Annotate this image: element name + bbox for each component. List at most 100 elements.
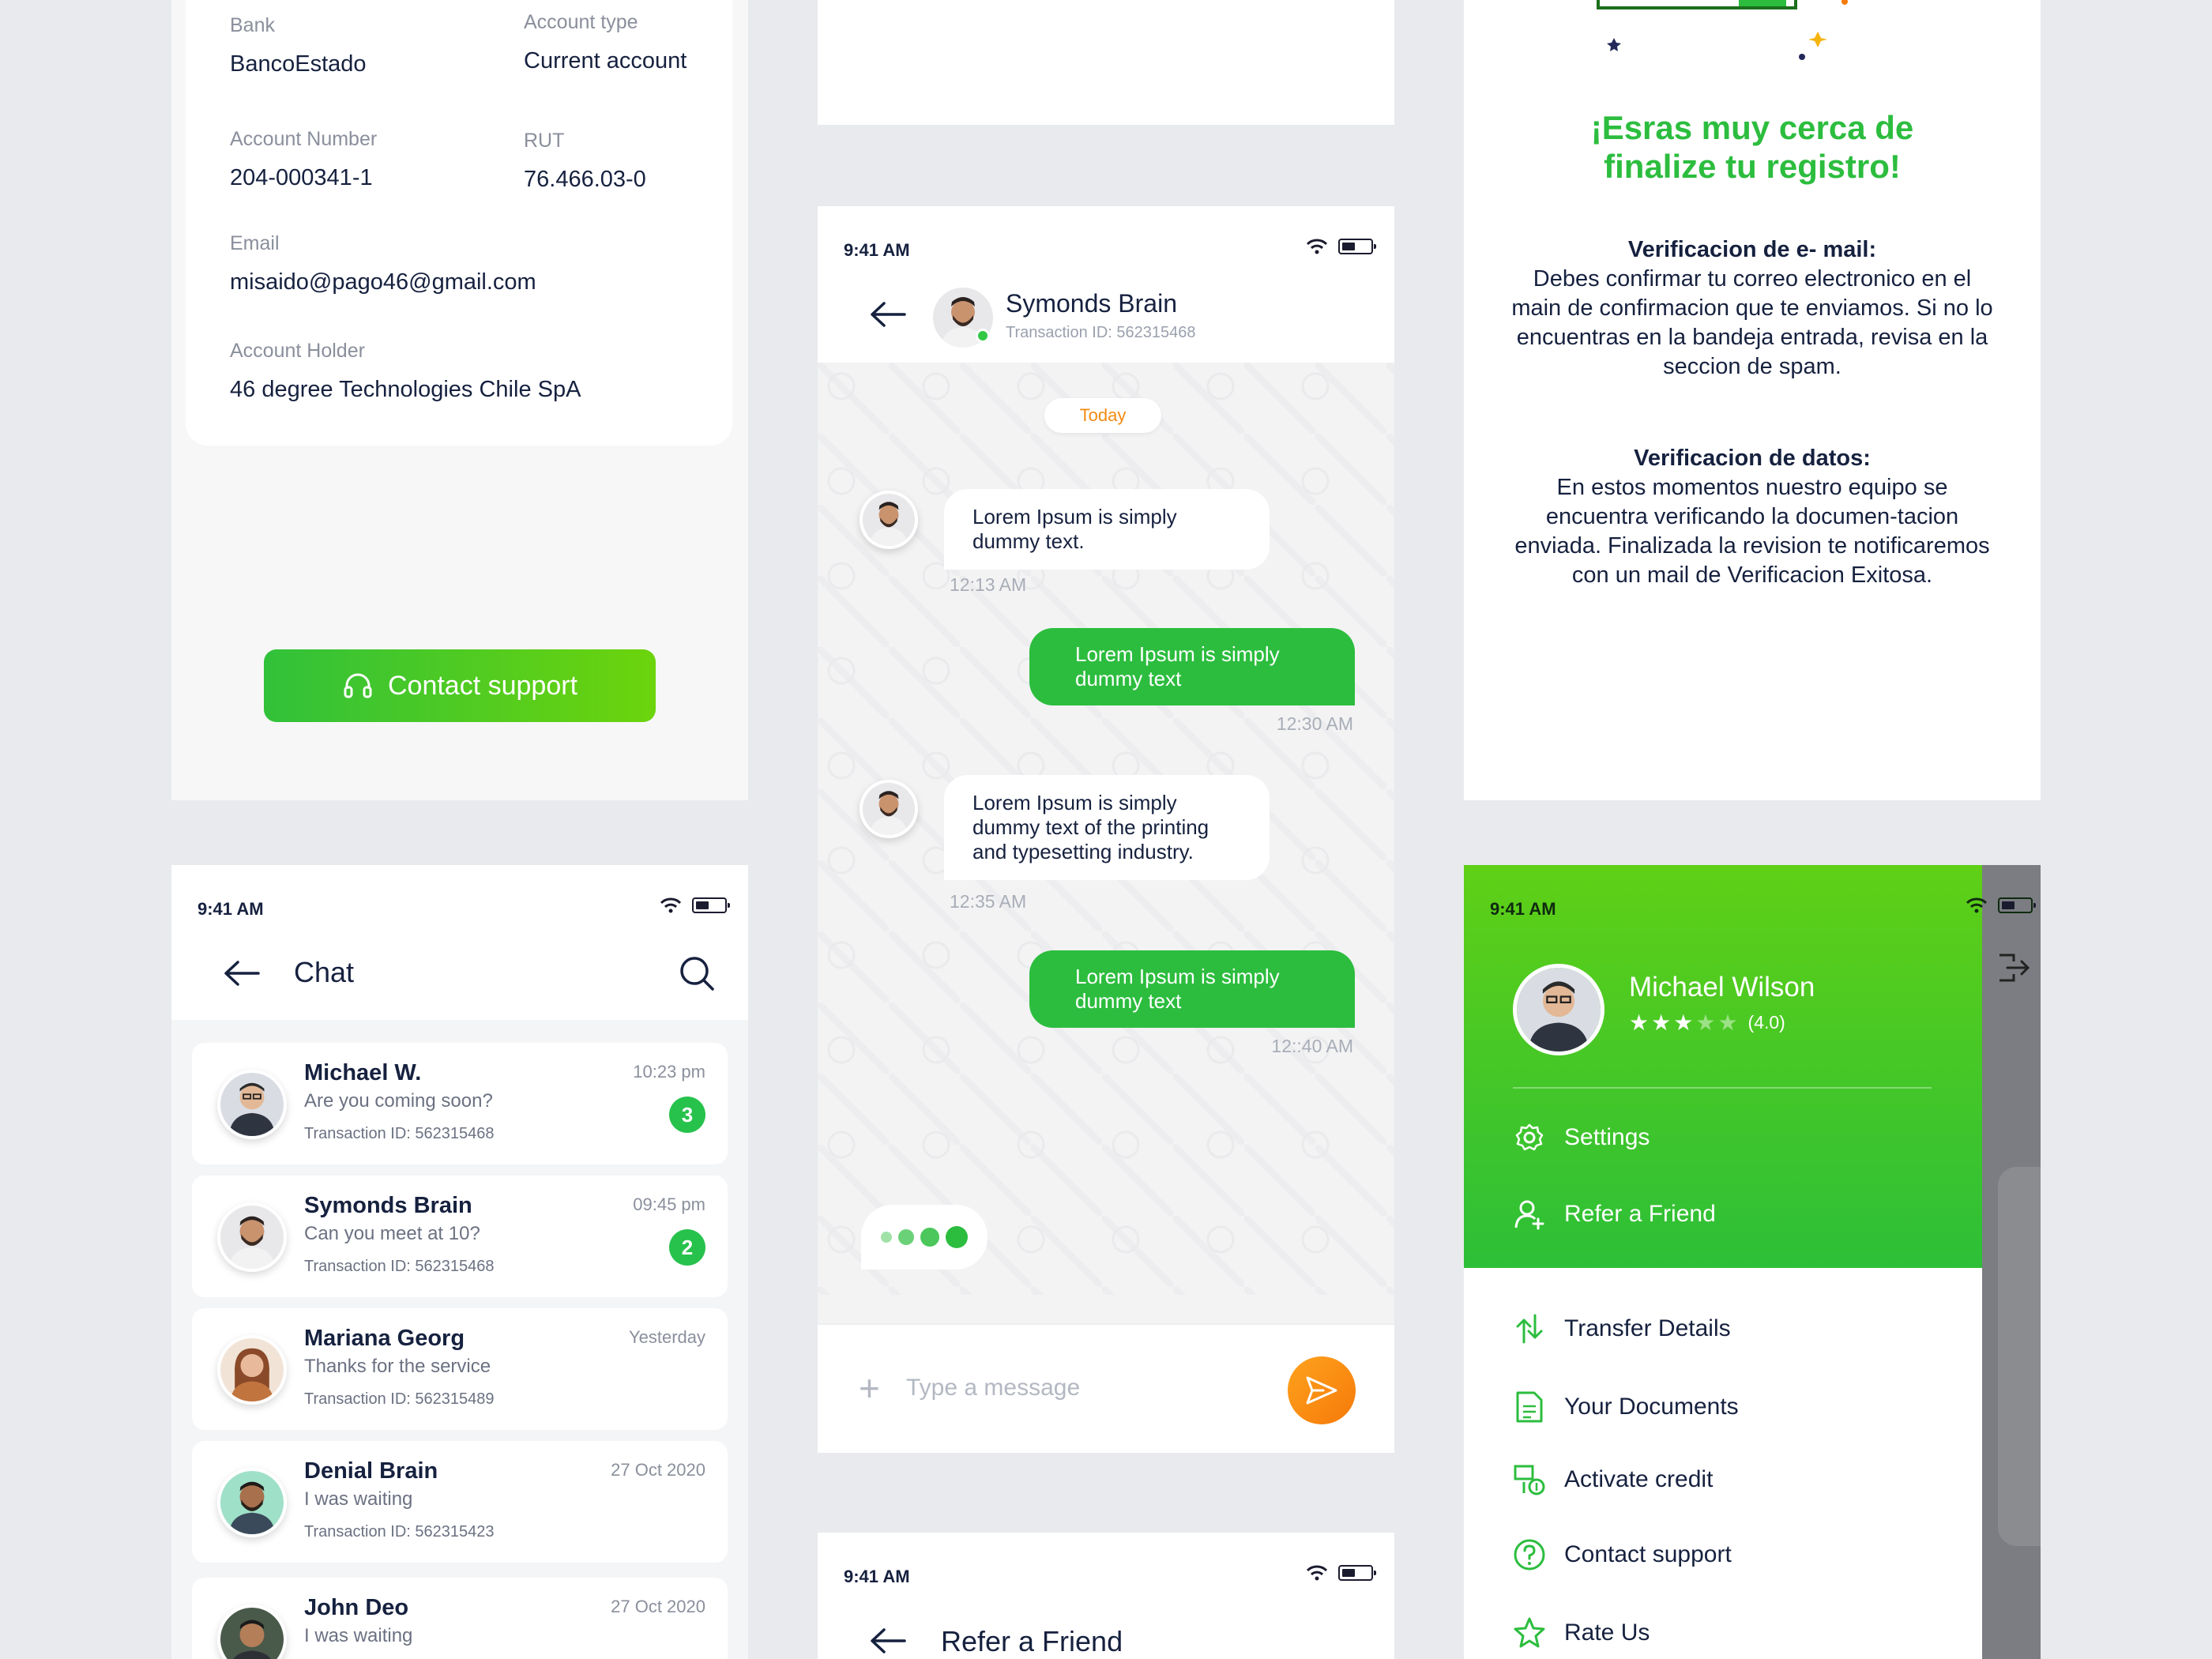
rut-field: RUT 76.466.03-0 xyxy=(524,130,646,193)
status-bar: 9:41 AM xyxy=(1464,865,2036,919)
rating-value: (4.0) xyxy=(1747,1012,1785,1033)
last-message: I was waiting xyxy=(304,1488,413,1510)
data-verification-title: Verificacion de datos: xyxy=(1634,446,1871,471)
status-time: 9:41 AM xyxy=(198,899,264,919)
logout-icon[interactable] xyxy=(1996,950,2031,985)
avatar xyxy=(217,1335,287,1405)
menu-item-label: Transfer Details xyxy=(1564,1315,1731,1341)
refer-friend-screen: 9:41 AM Refer a Friend xyxy=(818,1533,1394,1659)
last-message: Thanks for the service xyxy=(304,1356,491,1377)
document-icon xyxy=(1513,1390,1546,1424)
menu-item-label: Activate credit xyxy=(1564,1466,1714,1492)
user-avatar[interactable] xyxy=(1513,964,1604,1055)
send-icon xyxy=(1306,1376,1337,1405)
search-icon[interactable] xyxy=(679,955,715,991)
battery-icon xyxy=(1338,239,1376,254)
wifi-icon xyxy=(1307,239,1327,254)
account-holder-value: 46 degree Technologies Chile SpA xyxy=(230,377,581,402)
help-icon xyxy=(1513,1538,1546,1571)
menu-item-label: Settings xyxy=(1564,1124,1650,1150)
registration-heading: ¡Esras muy cerca de finalize tu registro… xyxy=(1464,108,2041,186)
email-verification-title: Verificacion de e- mail: xyxy=(1627,237,1877,262)
data-verification-block: Verificacion de datos: En estos momentos… xyxy=(1511,444,1993,590)
menu-item-label: Your Documents xyxy=(1564,1394,1739,1420)
wifi-icon xyxy=(1966,897,1987,913)
star-icon: ★ xyxy=(1651,1010,1672,1035)
chat-row-mariana[interactable]: Mariana Georg Thanks for the service Tra… xyxy=(192,1308,728,1430)
menu-item-rate-us[interactable]: Rate Us xyxy=(1464,1609,1982,1657)
send-button[interactable] xyxy=(1288,1356,1356,1424)
chat-row-john[interactable]: John Deo I was waiting 27 Oct 2020 xyxy=(192,1578,728,1659)
last-message: Are you coming soon? xyxy=(304,1090,493,1112)
status-time: 9:41 AM xyxy=(844,1567,910,1586)
avatar xyxy=(217,1070,287,1139)
sender-avatar xyxy=(860,780,918,838)
account-holder-field: Account Holder 46 degree Technologies Ch… xyxy=(230,340,581,403)
unread-badge: 2 xyxy=(669,1229,705,1266)
battery-icon xyxy=(692,897,730,913)
last-message: Can you meet at 10? xyxy=(304,1223,480,1244)
star-icon: ★ xyxy=(1695,1010,1716,1035)
heading-line-2: finalize tu registro! xyxy=(1604,148,1901,185)
timestamp: 09:45 pm xyxy=(633,1194,705,1214)
message-input[interactable] xyxy=(906,1371,1254,1405)
registration-status-screen: ¡Esras muy cerca de finalize tu registro… xyxy=(1464,0,2041,800)
wifi-icon xyxy=(660,897,681,913)
conversation-screen: 9:41 AM Symonds Brain Transaction ID: 56… xyxy=(818,206,1394,1453)
message-bubble-incoming: Lorem Ipsum is simply dummy text. xyxy=(944,489,1270,570)
timestamp: 27 Oct 2020 xyxy=(611,1597,705,1616)
chat-row-symonds[interactable]: Symonds Brain Can you meet at 10? Transa… xyxy=(192,1176,728,1297)
transaction-id: Transaction ID: 562315468 xyxy=(304,1125,495,1142)
email-label: Email xyxy=(230,232,280,254)
online-status-dot xyxy=(976,329,990,343)
contact-name: Mariana Georg xyxy=(304,1326,465,1351)
menu-item-contact-support[interactable]: Contact support xyxy=(1464,1531,1982,1578)
menu-item-your-documents[interactable]: Your Documents xyxy=(1464,1383,1982,1431)
message-bubble-incoming: Lorem Ipsum is simply dummy text of the … xyxy=(944,775,1270,880)
transaction-id: Transaction ID: 562315468 xyxy=(1006,324,1196,341)
contact-name: Michael W. xyxy=(304,1060,422,1085)
star-icon: ★ xyxy=(1629,1010,1650,1035)
illustration xyxy=(1597,0,1848,60)
chat-row-denial[interactable]: Denial Brain I was waiting Transaction I… xyxy=(192,1441,728,1563)
status-bar: 9:41 AM xyxy=(171,865,748,919)
back-arrow-icon[interactable] xyxy=(870,1627,906,1654)
chat-row-michael[interactable]: Michael W. Are you coming soon? Transact… xyxy=(192,1043,728,1164)
chat-list-screen: 9:41 AM Chat Michael W. Are you coming s… xyxy=(171,865,748,1659)
menu-item-activate-credit[interactable]: Activate credit xyxy=(1464,1456,1982,1503)
battery-icon xyxy=(1338,1565,1376,1581)
back-arrow-icon[interactable] xyxy=(870,301,906,328)
heading-line-1: ¡Esras muy cerca de xyxy=(1590,109,1914,146)
bank-field: Bank BancoEstado xyxy=(230,14,367,77)
back-arrow-icon[interactable] xyxy=(224,960,260,987)
account-number-label: Account Number xyxy=(230,128,378,150)
account-details-screen: Bank BancoEstado Account type Current ac… xyxy=(171,0,748,800)
email-value: misaido@pago46@gmail.com xyxy=(230,269,536,295)
menu-item-transfer-details[interactable]: Transfer Details xyxy=(1464,1305,1982,1352)
menu-item-refer-friend[interactable]: Refer a Friend xyxy=(1464,1191,1982,1238)
message-bubble-outgoing: Lorem Ipsum is simply dummy text xyxy=(1029,628,1355,705)
account-card: Bank BancoEstado Account type Current ac… xyxy=(186,0,732,446)
blank-card-top xyxy=(818,0,1394,125)
menu-item-label: Contact support xyxy=(1564,1541,1732,1567)
data-verification-text: En estos momentos nuestro equipo se encu… xyxy=(1514,475,1990,588)
user-plus-icon xyxy=(1513,1198,1546,1231)
avatar xyxy=(217,1202,287,1272)
divider xyxy=(1513,1087,1932,1089)
rut-value: 76.466.03-0 xyxy=(524,167,646,192)
date-separator: Today xyxy=(1044,398,1161,433)
dimmed-card xyxy=(1998,1167,2041,1546)
contact-support-button[interactable]: Contact support xyxy=(264,649,656,722)
avatar xyxy=(217,1468,287,1537)
star-icon: ★ xyxy=(1673,1010,1694,1035)
chat-list-header: 9:41 AM Chat xyxy=(171,865,748,1020)
transaction-id: Transaction ID: 562315423 xyxy=(304,1523,495,1540)
message-time: 12::40 AM xyxy=(1271,1036,1353,1056)
bank-label: Bank xyxy=(230,14,275,36)
credit-icon xyxy=(1513,1463,1546,1496)
menu-item-settings[interactable]: Settings xyxy=(1464,1114,1982,1161)
battery-icon xyxy=(1998,897,2036,913)
email-verification-block: Verificacion de e- mail: Debes confirmar… xyxy=(1511,235,1993,382)
add-attachment-icon[interactable]: + xyxy=(859,1370,880,1406)
page-title: Refer a Friend xyxy=(941,1625,1123,1657)
